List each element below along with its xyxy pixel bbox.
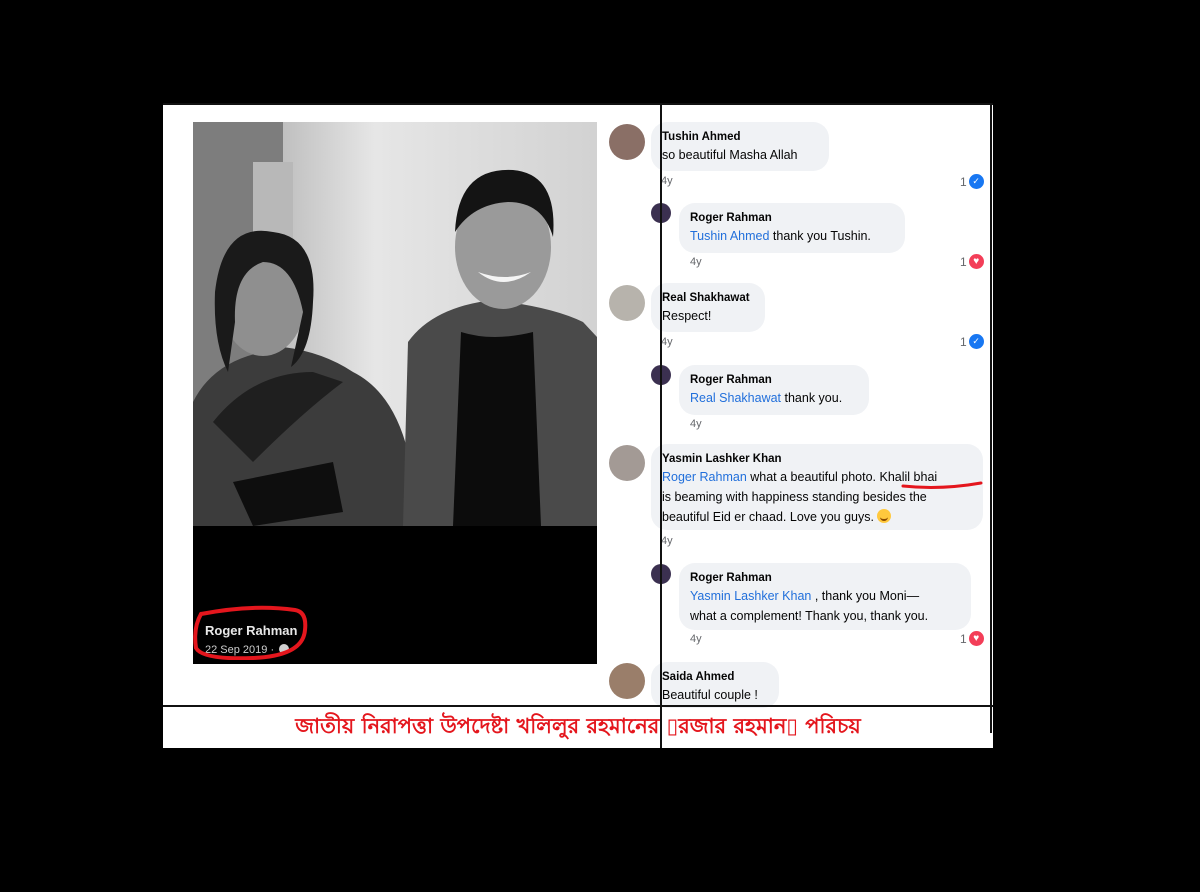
comment-age[interactable]: 4y [661, 175, 673, 187]
commenter-avatar[interactable] [609, 124, 645, 160]
commenter-avatar[interactable] [609, 663, 645, 699]
commenter-name[interactable]: Roger Rahman [690, 210, 894, 226]
commenter-avatar[interactable] [609, 285, 645, 321]
comment-text: is beaming with happiness standing besid… [662, 490, 927, 504]
right-border-line [990, 103, 992, 733]
comment-text: thank you Tushin. [769, 229, 871, 243]
post-photo[interactable] [193, 122, 597, 526]
comment-text: , thank you Moni— [811, 589, 920, 603]
globe-icon [279, 644, 290, 654]
commenter-name[interactable]: Yasmin Lashker Khan [662, 451, 972, 467]
comment-bubble: Real Shakhawat Respect! [651, 283, 765, 332]
comment-reactions[interactable]: 1 ♥ [960, 254, 984, 269]
reaction-count: 1 [960, 631, 967, 646]
post-footer: Roger Rahman 22 Sep 2019 · [193, 526, 597, 664]
caption-text: জাতীয় নিরাপত্তা উপদেষ্টা খলিলুর রহমানের… [295, 714, 861, 738]
reply-bubble: Roger Rahman Tushin Ahmed thank you Tush… [679, 203, 905, 253]
commenter-avatar[interactable] [609, 445, 645, 481]
comment-text: what a complement! Thank you, thank you. [690, 609, 929, 623]
love-icon: ♥ [968, 631, 984, 646]
highlighted-name: Khalil bhai [879, 470, 938, 484]
comment-text: thank you. [781, 391, 843, 405]
comment-text: so beautiful Masha Allah [662, 148, 798, 162]
commenter-name[interactable]: Roger Rahman [690, 372, 858, 388]
comment-text: Respect! [662, 309, 712, 323]
couple-photo-image [193, 122, 597, 526]
comment-age[interactable]: 4y [661, 336, 673, 348]
comment-reactions[interactable]: 1 ✓ [960, 174, 984, 189]
reaction-count: 1 [960, 174, 967, 189]
mention-link[interactable]: Roger Rahman [662, 470, 747, 484]
comment-bubble: Yasmin Lashker Khan Roger Rahman what a … [651, 444, 983, 530]
commenter-name[interactable]: Roger Rahman [690, 570, 960, 586]
commenter-name[interactable]: Tushin Ahmed [662, 129, 818, 145]
post-date: 22 Sep 2019 · [205, 644, 290, 656]
vertical-divider-line [660, 103, 662, 748]
reaction-count: 1 [960, 334, 967, 349]
comment-bubble: Tushin Ahmed so beautiful Masha Allah [651, 122, 829, 171]
like-icon: ✓ [968, 334, 984, 349]
post-date-text: 22 Sep 2019 · [205, 644, 275, 656]
frame-top-border [163, 103, 993, 105]
comment-reactions[interactable]: 1 ✓ [960, 334, 984, 349]
mention-link[interactable]: Yasmin Lashker Khan [690, 589, 811, 603]
mention-link[interactable]: Real Shakhawat [690, 391, 781, 405]
commenter-name[interactable]: Real Shakhawat [662, 290, 754, 306]
post-author-name[interactable]: Roger Rahman [205, 623, 297, 638]
mention-link[interactable]: Tushin Ahmed [690, 229, 769, 243]
comment-age[interactable]: 4y [690, 256, 702, 268]
comment-age[interactable]: 4y [661, 535, 673, 547]
caption-top-border [163, 705, 993, 707]
comment-text: Beautiful couple ! [662, 688, 758, 702]
reply-bubble: Roger Rahman Real Shakhawat thank you. [679, 365, 869, 415]
reply-bubble: Roger Rahman Yasmin Lashker Khan , thank… [679, 563, 971, 630]
reaction-count: 1 [960, 254, 967, 269]
screenshot-frame: Roger Rahman 22 Sep 2019 · Tushin Ahmed … [163, 103, 993, 748]
love-icon: ♥ [968, 254, 984, 269]
comment-text: what a beautiful photo. [746, 470, 880, 484]
commenter-name[interactable]: Saida Ahmed [662, 669, 768, 685]
comment-text: beautiful Eid er chaad. Love you guys. [662, 510, 878, 524]
smiling-face-with-hearts-emoji [877, 509, 892, 523]
like-icon: ✓ [968, 174, 984, 189]
comment-reactions[interactable]: 1 ♥ [960, 631, 984, 646]
comment-bubble: Saida Ahmed Beautiful couple ! [651, 662, 779, 708]
comment-age[interactable]: 4y [690, 418, 702, 430]
comment-age[interactable]: 4y [690, 633, 702, 645]
